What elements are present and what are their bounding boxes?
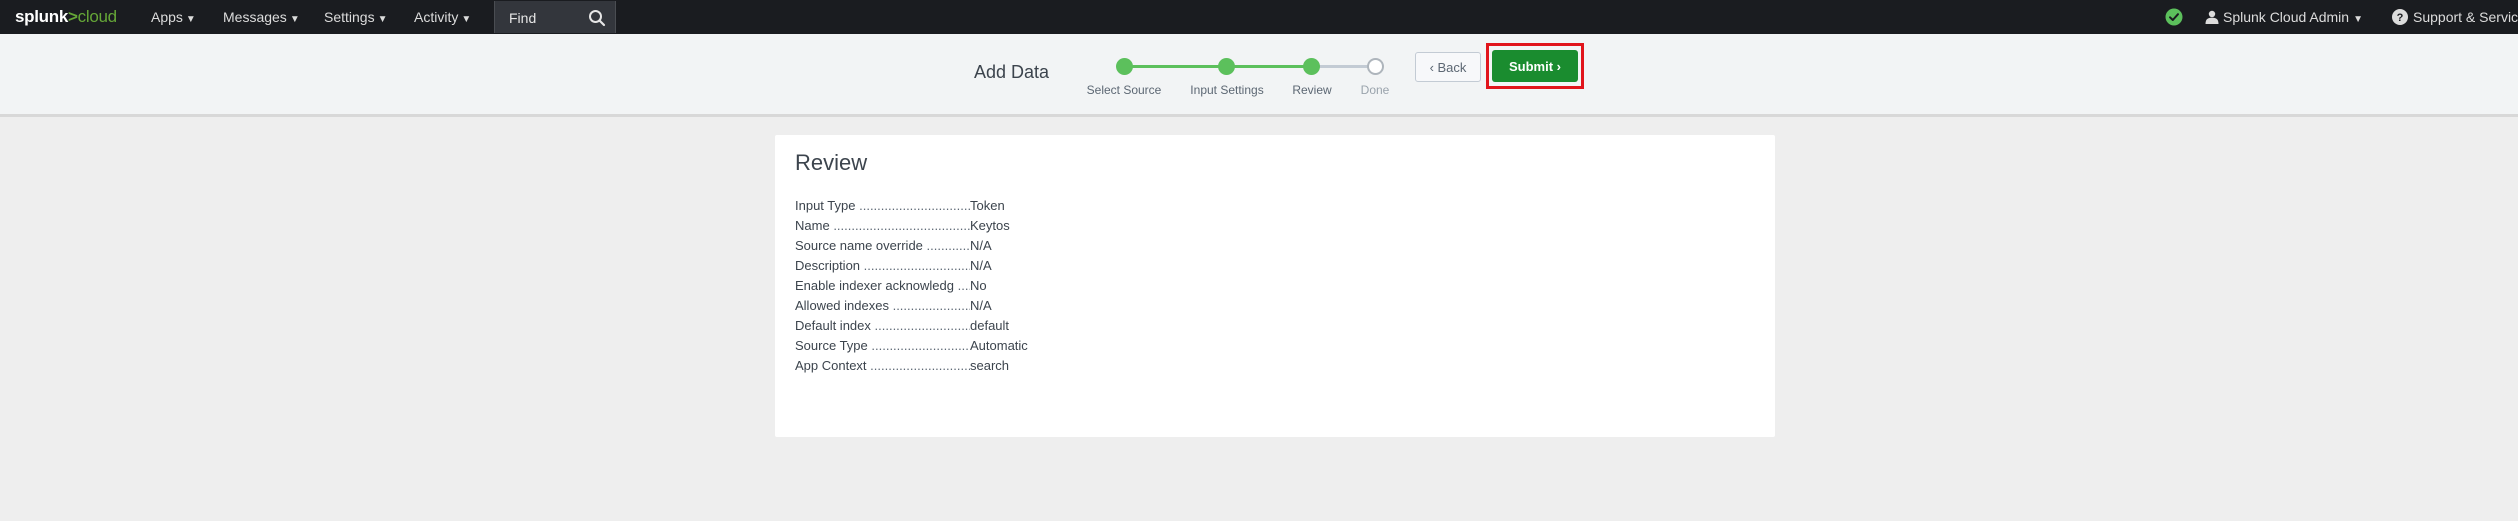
review-value: No: [970, 278, 987, 293]
review-key: App Context: [795, 358, 867, 373]
step-dot-input-settings: [1218, 58, 1235, 75]
review-row: Enable indexer acknowledg ..............…: [795, 278, 987, 298]
nav-messages-menu[interactable]: Messages ▼: [223, 9, 300, 25]
review-title: Review: [795, 150, 868, 175]
review-row: Input Type .............................…: [795, 198, 1005, 218]
step-connector: [1227, 65, 1312, 68]
chevron-down-icon: ▼: [377, 14, 388, 25]
user-menu-label: Splunk Cloud Admin: [2223, 9, 2350, 25]
review-value: N/A: [970, 258, 992, 273]
review-key-cell: App Context ............................…: [795, 358, 970, 373]
chevron-down-icon: ▼: [2353, 14, 2363, 25]
review-key-cell: Input Type .............................…: [795, 198, 970, 213]
find-search-box: [494, 1, 616, 33]
support-menu-label: Support & Services: [2413, 9, 2518, 25]
logo-sub-text: cloud: [77, 7, 117, 26]
review-row: Name ...................................…: [795, 218, 1010, 238]
review-key-cell: Source Type ............................…: [795, 338, 970, 353]
dot-leader: ........................................…: [870, 358, 970, 373]
check-circle-icon[interactable]: [2165, 8, 2183, 26]
review-value: N/A: [970, 298, 992, 313]
dot-leader: ........................................…: [926, 238, 970, 253]
step-label-select-source: Select Source: [1086, 83, 1162, 97]
nav-messages-label: Messages: [223, 9, 287, 25]
submit-button[interactable]: Submit ›: [1492, 50, 1578, 82]
support-services-menu[interactable]: ? Support & Services: [2392, 9, 2518, 25]
help-icon: ?: [2392, 9, 2408, 25]
top-navigation-bar: splunk>cloud Apps ▼ Messages ▼ Settings ▼ A…: [0, 0, 2518, 34]
review-key-cell: Source name override ...................…: [795, 238, 970, 253]
review-row: App Context ............................…: [795, 358, 1009, 378]
step-dot-select-source: [1116, 58, 1133, 75]
splunk-cloud-logo[interactable]: splunk>cloud: [15, 7, 117, 27]
nav-apps-menu[interactable]: Apps ▼: [151, 9, 196, 25]
step-connector-pending: [1312, 65, 1375, 68]
review-key: Description: [795, 258, 861, 273]
review-row: Allowed indexes ........................…: [795, 298, 992, 318]
svg-text:?: ?: [2397, 12, 2404, 24]
review-key-cell: Default index ..........................…: [795, 318, 970, 333]
back-button[interactable]: ‹ Back: [1415, 52, 1481, 82]
review-key: Input Type: [795, 198, 856, 213]
review-key: Default index: [795, 318, 871, 333]
chevron-left-icon: ‹: [1429, 60, 1438, 75]
submit-button-label: Submit: [1508, 59, 1554, 74]
dot-leader: ........................................…: [957, 278, 970, 293]
dot-leader: ........................................…: [833, 218, 970, 233]
review-value: Keytos: [970, 218, 1010, 233]
review-key: Source name override: [795, 238, 923, 253]
review-key-cell: Allowed indexes ........................…: [795, 298, 970, 313]
step-connector: [1124, 65, 1227, 68]
step-label-review: Review: [1292, 83, 1332, 97]
user-icon: [2205, 10, 2219, 24]
search-icon[interactable]: [588, 9, 606, 27]
dot-leader: ........................................…: [874, 318, 970, 333]
step-dot-done: [1367, 58, 1384, 75]
wizard-title: Add Data: [974, 62, 1050, 82]
dot-leader: ........................................…: [863, 258, 970, 273]
review-key: Allowed indexes: [795, 298, 889, 313]
chevron-down-icon: ▼: [185, 14, 196, 25]
review-key-cell: Enable indexer acknowledg ..............…: [795, 278, 970, 293]
nav-activity-menu[interactable]: Activity ▼: [414, 9, 471, 25]
add-data-wizard-header: Add Data Select Source Input Settings Re…: [0, 34, 2518, 117]
dot-leader: ........................................…: [859, 198, 970, 213]
review-value: search: [970, 358, 1010, 373]
review-row: Source Type ............................…: [795, 338, 1028, 358]
dot-leader: ........................................…: [871, 338, 970, 353]
review-key: Enable indexer acknowledg: [795, 278, 954, 293]
review-row: Default index ..........................…: [795, 318, 1009, 338]
review-key-cell: Name ...................................…: [795, 218, 970, 233]
review-value: default: [970, 318, 1010, 333]
back-button-label: Back: [1437, 60, 1467, 75]
chevron-down-icon: ▼: [461, 14, 472, 25]
step-label-done: Done: [1360, 83, 1390, 97]
nav-apps-label: Apps: [151, 9, 183, 25]
review-row: Description ............................…: [795, 258, 992, 278]
user-account-menu[interactable]: Splunk Cloud Admin ▼: [2205, 9, 2363, 25]
nav-settings-menu[interactable]: Settings ▼: [324, 9, 388, 25]
review-key: Source Type: [795, 338, 868, 353]
dot-leader: ........................................…: [892, 298, 970, 313]
review-row: Source name override ...................…: [795, 238, 992, 258]
review-key: Name: [795, 218, 830, 233]
nav-settings-label: Settings: [324, 9, 375, 25]
step-label-input-settings: Input Settings: [1190, 83, 1264, 97]
review-value: N/A: [970, 238, 992, 253]
review-panel: Review Input Type ......................…: [775, 135, 1775, 437]
logo-main-text: splunk: [15, 7, 68, 26]
find-input[interactable]: [507, 8, 591, 28]
review-key-cell: Description ............................…: [795, 258, 970, 273]
review-value: Automatic: [970, 338, 1028, 353]
chevron-right-icon: ›: [1553, 59, 1561, 74]
chevron-down-icon: ▼: [289, 14, 300, 25]
nav-activity-label: Activity: [414, 9, 459, 25]
logo-caret-text: >: [68, 7, 78, 26]
review-value: Token: [970, 198, 1005, 213]
review-list: Input Type .............................…: [795, 198, 1028, 378]
step-dot-review: [1303, 58, 1320, 75]
